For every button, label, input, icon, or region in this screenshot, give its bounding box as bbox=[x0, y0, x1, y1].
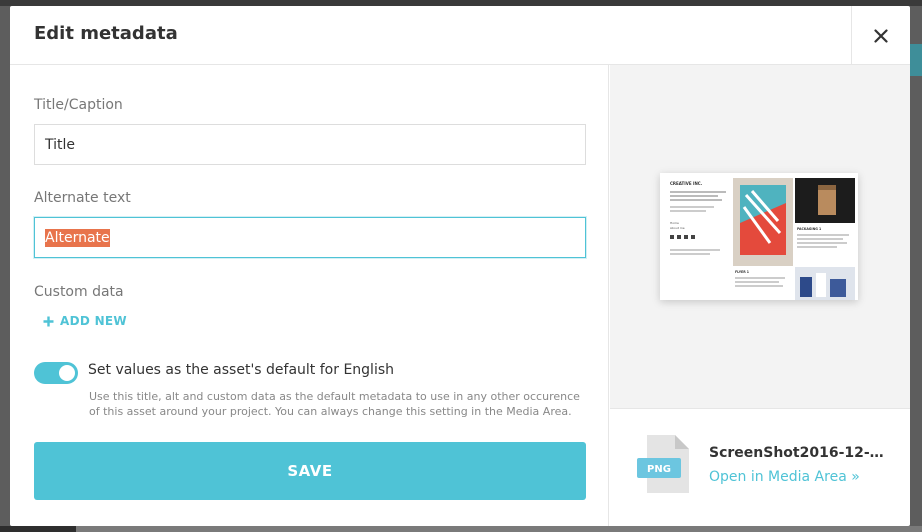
default-metadata-help: Use this title, alt and custom data as t… bbox=[89, 390, 580, 418]
background-tab bbox=[908, 44, 922, 76]
preview-packaging-caption: PACKAGING 1 bbox=[797, 227, 821, 231]
background-sidebar bbox=[0, 526, 76, 532]
png-file-icon: PNG bbox=[637, 435, 689, 493]
alternate-text-label: Alternate text bbox=[34, 190, 131, 206]
preview-brand: CREATIVE INC. bbox=[670, 181, 703, 186]
asset-panel: CREATIVE INC. Home About me FLYER 1 PACK… bbox=[610, 65, 910, 526]
asset-preview: CREATIVE INC. Home About me FLYER 1 PACK… bbox=[610, 65, 910, 408]
preview-poster-caption: FLYER 1 bbox=[735, 270, 749, 274]
preview-nav-about: About me bbox=[670, 226, 685, 230]
custom-data-label: Custom data bbox=[34, 284, 124, 300]
title-caption-value: Title bbox=[45, 136, 76, 153]
title-caption-input[interactable]: Title bbox=[34, 124, 586, 165]
file-type-label: PNG bbox=[647, 464, 671, 475]
close-button[interactable] bbox=[851, 6, 910, 65]
default-metadata-label: Set values as the asset's default for En… bbox=[88, 362, 394, 378]
file-name: ScreenShot2016-12-20... bbox=[709, 445, 889, 461]
plus-icon bbox=[43, 316, 54, 326]
default-metadata-toggle[interactable] bbox=[34, 362, 78, 384]
edit-metadata-modal: Edit metadata Title/Caption Title Altern… bbox=[10, 6, 910, 526]
add-new-label: ADD NEW bbox=[60, 314, 127, 328]
close-icon bbox=[874, 28, 888, 43]
preview-nav-home: Home bbox=[670, 221, 679, 225]
add-new-button[interactable]: ADD NEW bbox=[43, 314, 127, 328]
asset-file-info: PNG ScreenShot2016-12-20... Open in Medi… bbox=[610, 408, 910, 526]
alternate-text-input[interactable]: Alternate bbox=[34, 217, 586, 258]
open-in-media-area-link[interactable]: Open in Media Area » bbox=[709, 469, 860, 485]
alternate-text-value: Alternate bbox=[45, 228, 110, 247]
modal-title: Edit metadata bbox=[34, 23, 178, 44]
preview-thumbnail: CREATIVE INC. Home About me FLYER 1 PACK… bbox=[660, 173, 858, 300]
preview-image: CREATIVE INC. Home About me FLYER 1 PACK… bbox=[660, 173, 858, 300]
toggle-knob bbox=[59, 365, 75, 381]
background-content bbox=[76, 526, 922, 532]
title-caption-label: Title/Caption bbox=[34, 97, 123, 113]
save-button[interactable]: SAVE bbox=[34, 442, 586, 500]
modal-header: Edit metadata bbox=[10, 6, 910, 65]
metadata-form: Title/Caption Title Alternate text Alter… bbox=[10, 65, 609, 526]
